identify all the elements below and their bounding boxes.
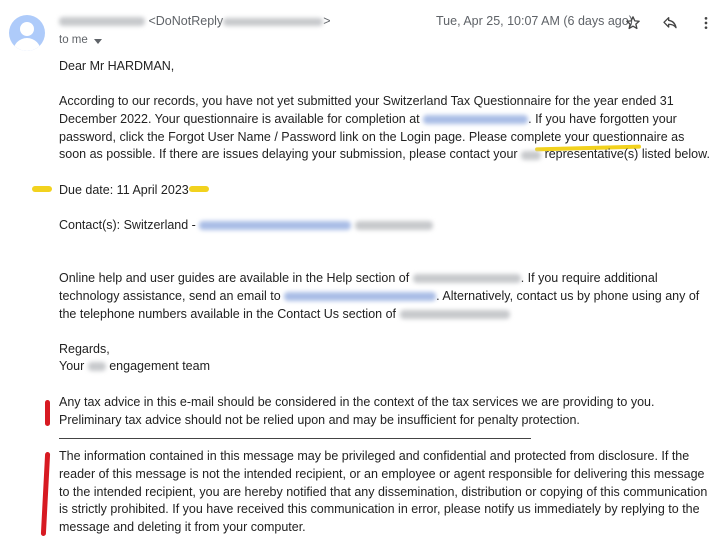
star-icon[interactable] (622, 12, 644, 34)
help-paragraph: Online help and user guides are availabl… (59, 270, 711, 323)
signature-team: engagement team (109, 359, 210, 373)
signature: Your engagement team (59, 358, 210, 376)
redacted-firm-name (87, 362, 106, 372)
redacted-firm (521, 150, 542, 160)
signature-your: Your (59, 359, 85, 373)
avatar-icon[interactable] (9, 15, 45, 51)
contacts-line: Contact(s): Switzerland - (59, 217, 433, 235)
recipients-toggle[interactable]: to me (59, 34, 102, 46)
regards: Regards, (59, 342, 110, 356)
sender-address-prefix: <DoNotReply (148, 14, 224, 28)
message-date: Tue, Apr 25, 10:07 AM (6 days ago) (436, 14, 633, 28)
redacted-contact-email[interactable] (199, 221, 352, 231)
greeting: Dear Mr HARDMAN, (59, 59, 175, 73)
avatar-shoulders (13, 38, 41, 51)
recipients-label: to me (59, 34, 88, 46)
tax-advice-notice: Any tax advice in this e-mail should be … (59, 395, 655, 427)
reminder-text-c: representative(s) listed below. (544, 147, 710, 162)
redacted-link[interactable] (423, 115, 529, 124)
avatar-head (20, 22, 34, 36)
chevron-down-icon (93, 38, 102, 44)
redacted-help-site (412, 274, 521, 284)
more-vert-icon[interactable] (695, 12, 717, 34)
redacted-support-email[interactable] (284, 292, 437, 301)
reply-icon[interactable] (659, 12, 681, 34)
red-margin-marker (45, 400, 50, 426)
redacted-contact-name (354, 221, 433, 231)
divider (59, 438, 531, 439)
due-date: Due date: 11 April 2023 (59, 183, 189, 197)
help-text-a: Online help and user guides are availabl… (59, 271, 410, 285)
reminder-paragraph: According to our records, you have not y… (59, 93, 711, 164)
sender-address-end: > (323, 14, 331, 28)
confidentiality-disclaimer: The information contained in this messag… (59, 449, 708, 535)
redacted-sender-name (59, 17, 145, 27)
contacts-label: Contact(s): Switzerland - (59, 218, 196, 232)
redacted-sender-domain (223, 17, 324, 26)
redacted-contact-site (399, 309, 510, 319)
highlight-left-due (32, 186, 52, 192)
sender-line[interactable]: <DoNotReply > (59, 14, 331, 28)
highlight-right-due (189, 186, 209, 192)
red-margin-marker (40, 451, 51, 537)
